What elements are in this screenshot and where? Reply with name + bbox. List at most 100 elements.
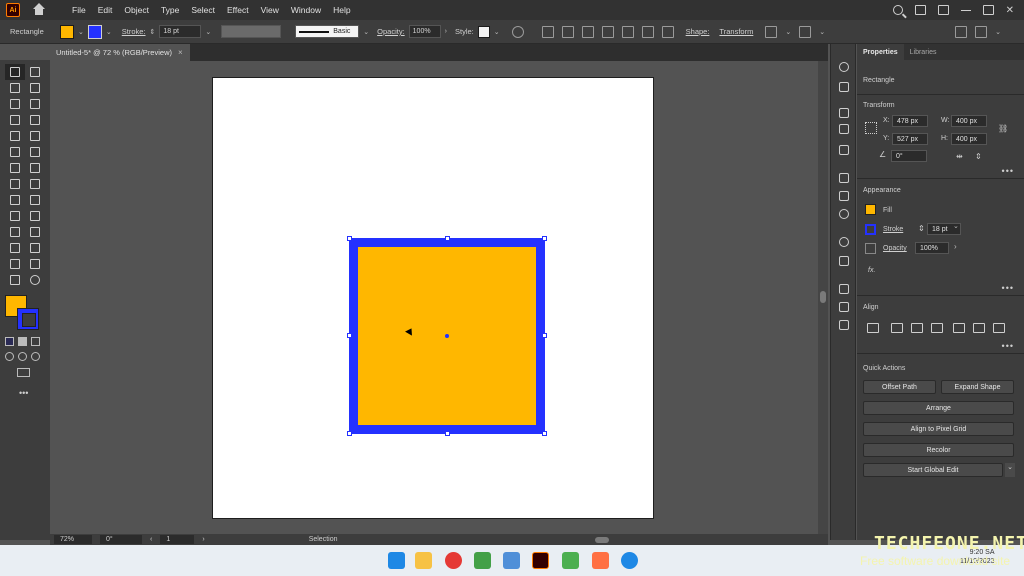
flip-horizontal-icon[interactable]: ⇹ (956, 152, 963, 161)
shaper-tool[interactable] (5, 144, 25, 160)
selection-handle-bottom-right[interactable] (542, 431, 547, 436)
shape-label[interactable]: Shape: (686, 27, 710, 36)
menu-object[interactable]: Object (118, 5, 155, 15)
rectangle-tool[interactable] (5, 128, 25, 144)
stroke-swatch[interactable] (87, 24, 102, 39)
minimize-icon[interactable] (960, 9, 971, 11)
stepper-icon[interactable]: ⇕ (150, 28, 156, 36)
zoom-tool[interactable] (25, 272, 45, 288)
chevron-down-icon[interactable]: ⌄ (494, 28, 500, 36)
align-center-icon[interactable] (581, 25, 594, 38)
align-horizontal-center-icon[interactable] (911, 323, 923, 333)
menu-view[interactable]: View (255, 5, 285, 15)
stroke-label[interactable]: Stroke: (122, 27, 146, 36)
workspace-icon[interactable] (914, 5, 926, 15)
align-to-pixel-grid-button[interactable]: Align to Pixel Grid (863, 422, 1014, 436)
graphic-styles-icon[interactable] (839, 256, 849, 266)
document-tab[interactable]: Untitled-5* @ 72 % (RGB/Preview) × (50, 44, 190, 61)
appearance-more-icon[interactable]: ••• (1002, 283, 1014, 293)
photos-icon[interactable] (474, 552, 491, 569)
chevron-down-icon[interactable]: ⌄ (106, 28, 112, 36)
appearance-opacity-label[interactable]: Opacity (883, 245, 907, 252)
draw-inside-icon[interactable] (31, 352, 40, 361)
align-vertical-center-icon[interactable] (973, 323, 985, 333)
eyedropper-tool[interactable] (5, 224, 25, 240)
notepad-icon[interactable] (503, 552, 520, 569)
chevron-down-icon[interactable]: ⌄ (953, 222, 959, 230)
vertical-scrollbar[interactable] (818, 61, 828, 534)
align-top-icon[interactable] (953, 323, 965, 333)
close-icon[interactable]: × (178, 48, 183, 57)
maximize-icon[interactable] (982, 5, 994, 15)
align-left-icon[interactable] (891, 323, 903, 333)
slice-tool[interactable] (25, 256, 45, 272)
curvature-tool[interactable] (25, 96, 45, 112)
home-icon[interactable] (32, 3, 46, 17)
selection-handle-right[interactable] (542, 333, 547, 338)
menu-type[interactable]: Type (155, 5, 185, 15)
file-explorer-icon[interactable] (415, 552, 432, 569)
symbols-icon[interactable] (839, 145, 849, 155)
opacity-input[interactable]: 100% (408, 25, 441, 38)
panel-menu-icon[interactable] (975, 25, 988, 38)
vertical-scroll-thumb[interactable] (820, 291, 826, 303)
selection-handle-bottom-left[interactable] (347, 431, 352, 436)
brush-definition[interactable]: Basic (295, 25, 360, 38)
selection-handle-top[interactable] (445, 236, 450, 241)
stroke-weight-input[interactable]: 18 pt (159, 25, 202, 38)
tab-properties[interactable]: Properties (857, 44, 904, 60)
artboard[interactable] (212, 77, 654, 519)
chevron-right-icon[interactable]: › (954, 242, 957, 251)
stroke-color-swatch[interactable] (17, 308, 39, 330)
reference-point-icon[interactable] (865, 122, 877, 134)
free-transform-tool[interactable] (25, 176, 45, 192)
align-selection-icon[interactable] (541, 25, 554, 38)
align-left-icon[interactable] (561, 25, 574, 38)
align-more-icon[interactable]: ••• (1002, 341, 1014, 351)
angle-input[interactable]: 0° (891, 150, 927, 162)
transform-again-icon[interactable] (799, 25, 812, 38)
recolor-button[interactable]: Recolor (863, 443, 1014, 457)
symbol-sprayer-tool[interactable] (5, 240, 25, 256)
zoom-level[interactable]: 72% (54, 535, 92, 544)
swatches-icon[interactable] (839, 108, 849, 118)
selection-handle-bottom[interactable] (445, 431, 450, 436)
app-c-icon[interactable] (592, 552, 609, 569)
appearance-panel-icon[interactable] (839, 237, 849, 247)
align-bottom-icon[interactable] (993, 323, 1005, 333)
menu-help[interactable]: Help (327, 5, 356, 15)
canvas-area[interactable] (50, 61, 828, 534)
y-input[interactable]: 527 px (892, 133, 928, 145)
align-right-icon[interactable] (931, 323, 943, 333)
close-window-icon[interactable]: ✕ (1006, 5, 1014, 16)
align-top-icon[interactable] (621, 25, 634, 38)
more-tools-icon[interactable]: ••• (19, 388, 28, 398)
pen-tool[interactable] (5, 96, 25, 112)
draw-behind-icon[interactable] (18, 352, 27, 361)
gradient-tool[interactable] (25, 208, 45, 224)
layers-icon[interactable] (839, 284, 849, 294)
windows-start-icon[interactable] (388, 552, 405, 569)
variable-width-profile[interactable] (221, 25, 282, 38)
color-panel-icon[interactable] (839, 62, 849, 72)
line-tool[interactable] (25, 112, 45, 128)
gradient-panel-icon[interactable] (839, 191, 849, 201)
color-guide-icon[interactable] (839, 82, 849, 92)
isolate-icon[interactable] (765, 25, 778, 38)
scale-tool[interactable] (25, 160, 45, 176)
chevron-right-icon[interactable]: › (445, 28, 447, 35)
graphic-style-swatch[interactable] (477, 25, 490, 38)
brushes-icon[interactable] (839, 124, 849, 134)
color-icon[interactable] (5, 337, 14, 346)
gradient-mode-icon[interactable] (18, 337, 27, 346)
blend-tool[interactable] (25, 224, 45, 240)
expand-shape-button[interactable]: Expand Shape (941, 380, 1014, 394)
artboard-tool[interactable] (5, 256, 25, 272)
fill-swatch[interactable] (60, 24, 74, 39)
start-global-edit-button[interactable]: Start Global Edit (863, 463, 1003, 477)
appearance-fill-swatch[interactable] (865, 204, 876, 215)
column-graph-tool[interactable] (25, 240, 45, 256)
search-icon[interactable] (892, 5, 903, 15)
w-input[interactable]: 400 px (951, 115, 987, 127)
illustrator-taskbar-icon[interactable] (532, 552, 549, 569)
